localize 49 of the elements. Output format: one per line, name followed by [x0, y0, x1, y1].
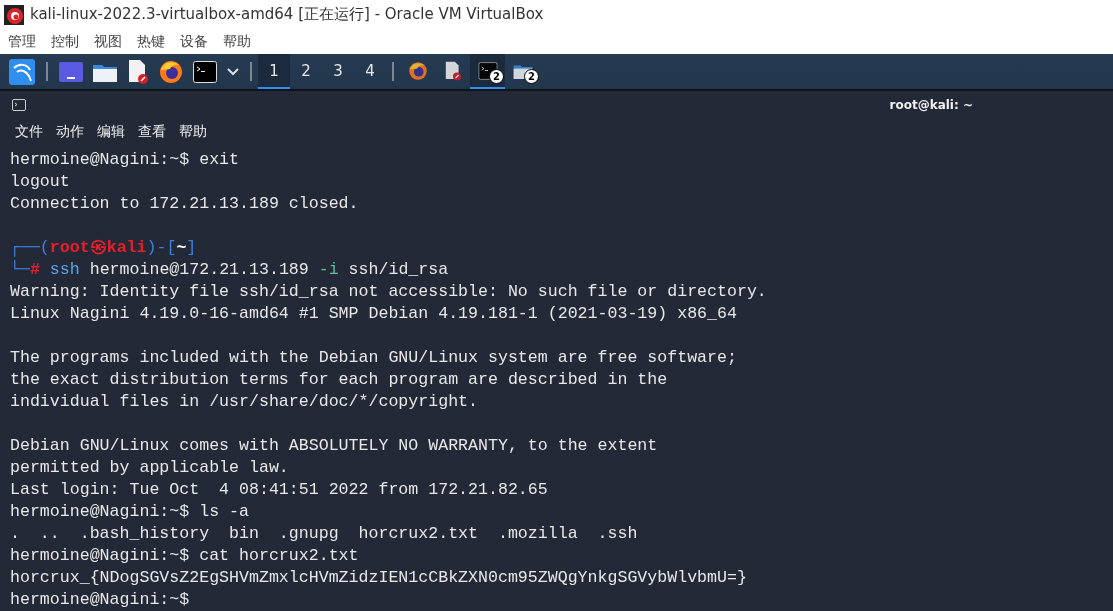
workspace-tab[interactable]: 4 [354, 54, 386, 89]
firefox-icon[interactable] [407, 61, 428, 81]
terminal-icon[interactable] [193, 60, 217, 83]
menu-item[interactable]: 管理 [8, 33, 36, 52]
terminal-line: Linux Nagini 4.19.0-16-amd64 #1 SMP Debian 4.19.181-1 (2021-03-19) x86_64 [10, 304, 737, 323]
workspace-tab[interactable]: 2 [290, 54, 322, 89]
menu-item[interactable]: 帮助 [223, 33, 251, 52]
terminal-line: Connection to 172.21.13.189 closed. [10, 194, 359, 213]
firefox-icon[interactable] [159, 59, 183, 84]
terminal-line: hermoine@Nagini:~$ cat horcrux2.txt [10, 546, 359, 565]
window-button[interactable]: 2 [470, 54, 505, 89]
menu-item[interactable]: 编辑 [97, 123, 125, 142]
terminal-line: permitted by applicable law. [10, 458, 289, 477]
virtualbox-logo-icon [4, 4, 24, 25]
terminal-line: ┌──(root㉿kali)-[~] [10, 238, 197, 257]
text-editor-icon[interactable] [127, 59, 149, 84]
terminal-line: hermoine@Nagini:~$ [10, 590, 190, 609]
window-count-badge: 2 [524, 69, 539, 85]
terminal-line: hermoine@Nagini:~$ exit [10, 150, 240, 169]
terminal-line: logout [10, 172, 70, 191]
kali-menu-icon[interactable] [9, 58, 35, 85]
terminal-line: the exact distribution terms for each program are described in the [10, 370, 668, 389]
window-title: kali-linux-2022.3-virtualbox-amd64 [正在运行] - Oracle VM VirtualBox [30, 5, 544, 25]
terminal-line: The programs included with the Debian GNU/Linux system are free software; [10, 348, 737, 367]
workspace-tab[interactable]: 3 [322, 54, 354, 89]
menu-item[interactable]: 查看 [138, 123, 166, 142]
terminal-title: root@kali: ~ [889, 97, 973, 112]
terminal-line: horcrux_{NDogSGVsZ2EgSHVmZmxlcHVmZidzIEN1cCBkZXN0cm95ZWQgYnkgSGVybWlvbmU=} [10, 568, 747, 587]
menu-item[interactable]: 控制 [51, 33, 79, 52]
terminal-line: └─# ssh hermoine@172.21.13.189 -i ssh/id_rsa [10, 260, 449, 279]
text-editor-icon[interactable] [443, 61, 462, 81]
menu-item[interactable]: 帮助 [179, 123, 207, 142]
terminal-line: Debian GNU/Linux comes with ABSOLUTELY NO WARRANTY, to the extent [10, 436, 658, 455]
menu-item[interactable]: 动作 [56, 123, 84, 142]
terminal-line: hermoine@Nagini:~$ ls -a [10, 502, 249, 521]
terminal-icon [12, 98, 26, 111]
terminal-line: individual files in /usr/share/doc/*/copyright. [10, 392, 479, 411]
terminal-line: . .. .bash_history bin .gnupg horcrux2.txt .mozilla .ssh [10, 524, 638, 543]
window-button[interactable]: 2 [505, 54, 540, 89]
menu-item[interactable]: 视图 [94, 33, 122, 52]
workspace-tab[interactable]: 1 [258, 54, 290, 89]
menu-item[interactable]: 文件 [15, 123, 43, 142]
terminal-line: Last login: Tue Oct 4 08:41:51 2022 from 172.21.82.65 [10, 480, 548, 499]
window-count-badge: 2 [489, 69, 504, 85]
terminal-line: Warning: Identity file ssh/id_rsa not accessible: No such file or directory. [10, 282, 767, 301]
desktop-icon[interactable] [59, 61, 83, 82]
menu-item[interactable]: 热键 [137, 33, 165, 52]
caret-icon[interactable] [227, 67, 239, 76]
menu-item[interactable]: 设备 [180, 33, 208, 52]
